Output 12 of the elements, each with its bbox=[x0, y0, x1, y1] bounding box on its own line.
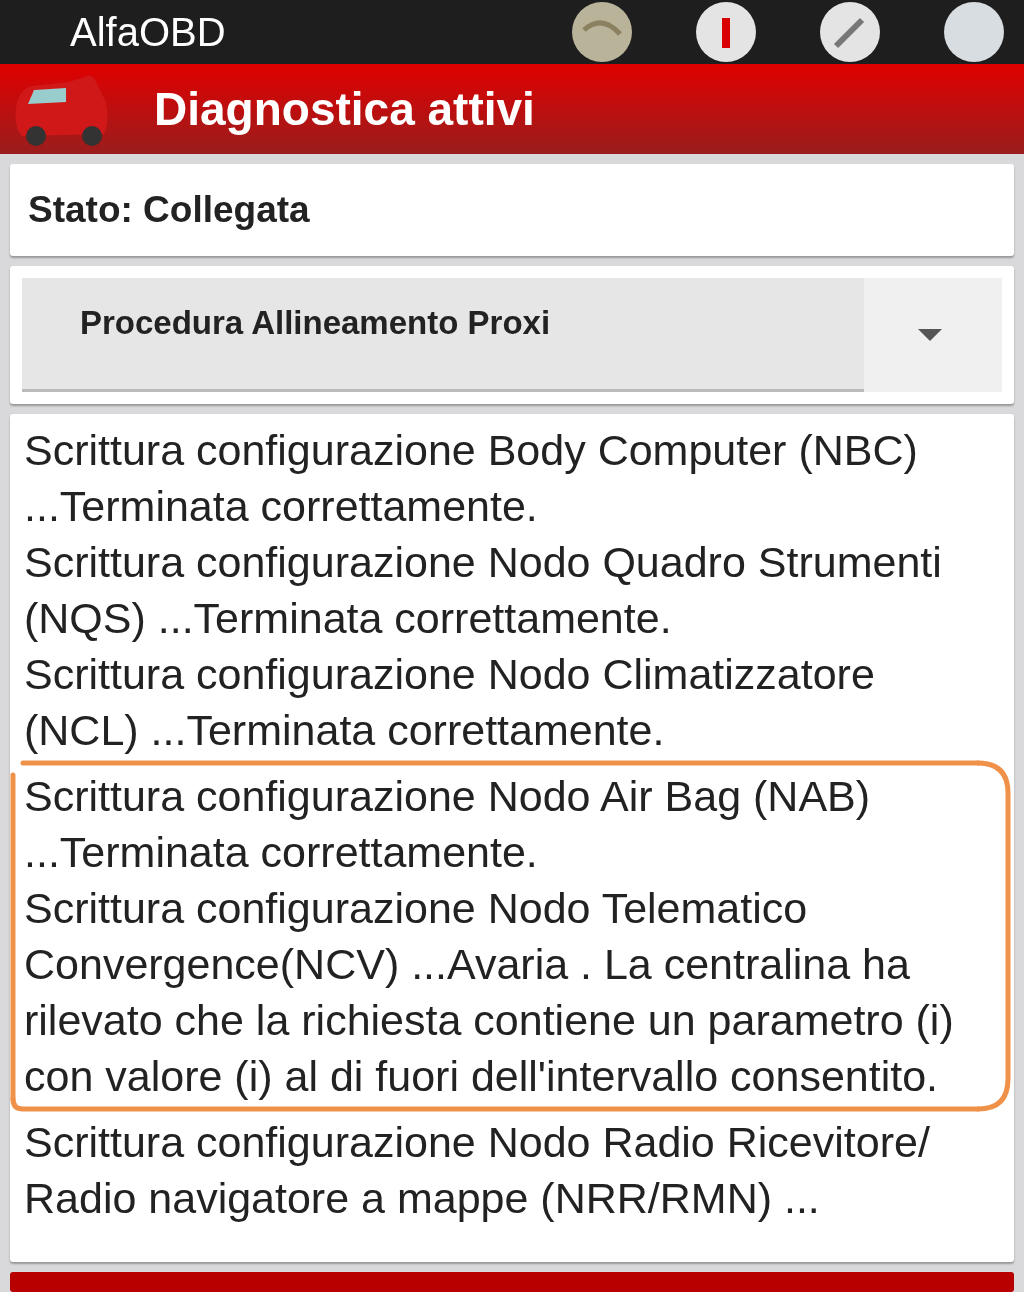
info-icon[interactable] bbox=[694, 0, 758, 64]
caret-icon bbox=[918, 329, 942, 341]
log-entry: Scrittura configurazione Nodo Telematico Convergence(NCV) ...Avaria . La centralina ha rilevato che la richiesta contiene un parametro (i) con valore (i) al di fuori dell'intervallo consentito. bbox=[24, 883, 955, 1102]
log-entry: Scrittura configurazione Nodo Air Bag (NAB) ...Terminata correttamente. bbox=[24, 771, 872, 878]
status-text: Stato: Collegata bbox=[10, 164, 1014, 256]
procedure-dropdown[interactable]: Procedura Allineamento Proxi bbox=[22, 278, 1002, 392]
log-entry: Scrittura configurazione Nodo Climatizzatore (NCL) ...Terminata correttamente. bbox=[24, 649, 876, 756]
screen-title: Diagnostica attivi bbox=[154, 82, 535, 136]
log-entry: Scrittura configurazione Nodo Quadro Strumenti (NQS) ...Terminata correttamente. bbox=[24, 537, 943, 644]
log-entry: Scrittura configurazione Nodo Radio Ricevitore/ Radio navigatore a mappe (NRR/RMN) ... bbox=[24, 1117, 931, 1224]
log-entry: Scrittura configurazione Body Computer (NBC) ...Terminata correttamente. bbox=[24, 425, 919, 532]
app-title: AlfaOBD bbox=[70, 9, 227, 55]
